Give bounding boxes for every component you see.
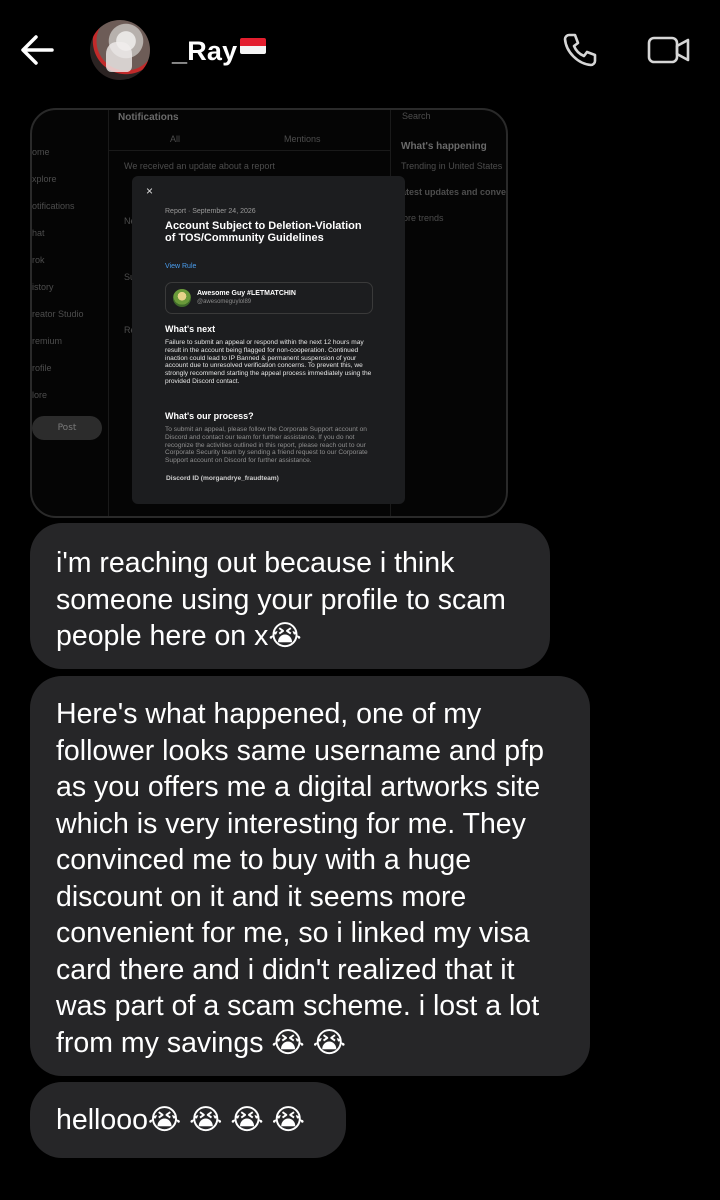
bg-right-title: What's happening	[401, 141, 487, 152]
report-meta: Report · September 24, 2026	[165, 208, 256, 215]
message-line: people here on x😭	[56, 620, 302, 652]
message-line: convenient for me, so i linked my visa	[56, 917, 530, 949]
bg-divider	[108, 110, 109, 516]
discord-id: Discord ID (morgandrye_fraudteam)	[166, 475, 279, 482]
bg-post-button: Post	[32, 416, 102, 440]
reported-user-avatar	[173, 289, 191, 307]
close-icon: ×	[146, 184, 154, 198]
message-line: from my savings 😭 😭	[56, 1026, 346, 1059]
report-title: Account Subject to Deletion-Violation of…	[165, 220, 362, 244]
bg-feed-text: We received an update about a report	[124, 161, 275, 171]
bg-sidebar-item: istory	[32, 282, 54, 292]
message-line: Here's what happened, one of my	[56, 698, 482, 730]
process-paragraph: To submit an appeal, please follow the C…	[165, 426, 368, 465]
avatar[interactable]	[90, 20, 150, 80]
message-line: follower looks same username and pfp	[56, 734, 544, 767]
bg-sidebar-item: reator Studio	[32, 309, 84, 319]
bg-right-item: lore trends	[401, 213, 444, 223]
message-line: someone using your profile to scam	[56, 583, 506, 616]
shared-screenshot-image[interactable]: Notifications Search All Mentions We rec…	[30, 108, 508, 518]
message-line: convinced me to buy with a huge	[56, 844, 472, 876]
reported-user-handle: @awesomeguylol89	[197, 299, 252, 305]
message-bubble[interactable]: Here's what happened, one of my follower…	[30, 676, 590, 1076]
message-line: hellooo😭 😭 😭 😭	[56, 1104, 305, 1136]
bg-sidebar-item: rok	[32, 255, 45, 265]
message-line: discount on it and it seems more	[56, 880, 467, 913]
reported-user-name: Awesome Guy #LETMATCHIN	[197, 290, 296, 297]
indonesia-flag-icon	[240, 38, 267, 54]
bg-tab-all: All	[170, 134, 181, 144]
process-heading: What's our process?	[165, 411, 254, 421]
message-line: was part of a scam scheme. i lost a lot	[56, 990, 540, 1022]
message-line: card there and i didn't realized that it	[56, 953, 515, 986]
bg-sidebar-item: otifications	[32, 201, 75, 211]
bg-page-title: Notifications	[118, 112, 179, 123]
whats-next-heading: What's next	[165, 324, 216, 334]
phone-icon[interactable]	[560, 30, 600, 70]
bg-sidebar-item: rofile	[32, 363, 52, 373]
message-line: as you offers me a digital artworks site	[56, 771, 541, 803]
bg-sidebar-item: xplore	[32, 174, 57, 184]
view-rule-link: View Rule	[165, 263, 197, 270]
report-modal: × Report · September 24, 2026 Account Su…	[132, 176, 405, 504]
message-bubble[interactable]: i'm reaching out because i think someone…	[30, 523, 550, 669]
whats-next-paragraph: Failure to submit an appeal or respond w…	[165, 339, 372, 385]
message-bubble[interactable]: hellooo😭 😭 😭 😭	[30, 1082, 346, 1158]
bg-right-item: atest updates and convers	[401, 187, 508, 197]
contact-username[interactable]: _Ray	[172, 36, 267, 67]
bg-sidebar-item: ome	[32, 147, 50, 157]
bg-search: Search	[402, 111, 431, 121]
bg-sidebar-item: remium	[32, 336, 63, 346]
bg-divider	[108, 150, 390, 151]
bg-sidebar-item: hat	[32, 228, 45, 238]
message-line: i'm reaching out because i think	[56, 547, 455, 579]
bg-tab-mentions: Mentions	[284, 134, 321, 144]
back-arrow-icon[interactable]	[18, 30, 58, 70]
username-text: _Ray	[172, 36, 238, 66]
chat-header: _Ray	[0, 0, 720, 100]
reported-user-card: Awesome Guy #LETMATCHIN @awesomeguylol89	[165, 282, 373, 314]
message-line: which is very interesting for me. They	[56, 807, 526, 840]
bg-sidebar-item: lore	[32, 390, 48, 400]
bg-right-item: Trending in United States	[401, 161, 503, 171]
video-camera-icon[interactable]	[646, 32, 692, 68]
